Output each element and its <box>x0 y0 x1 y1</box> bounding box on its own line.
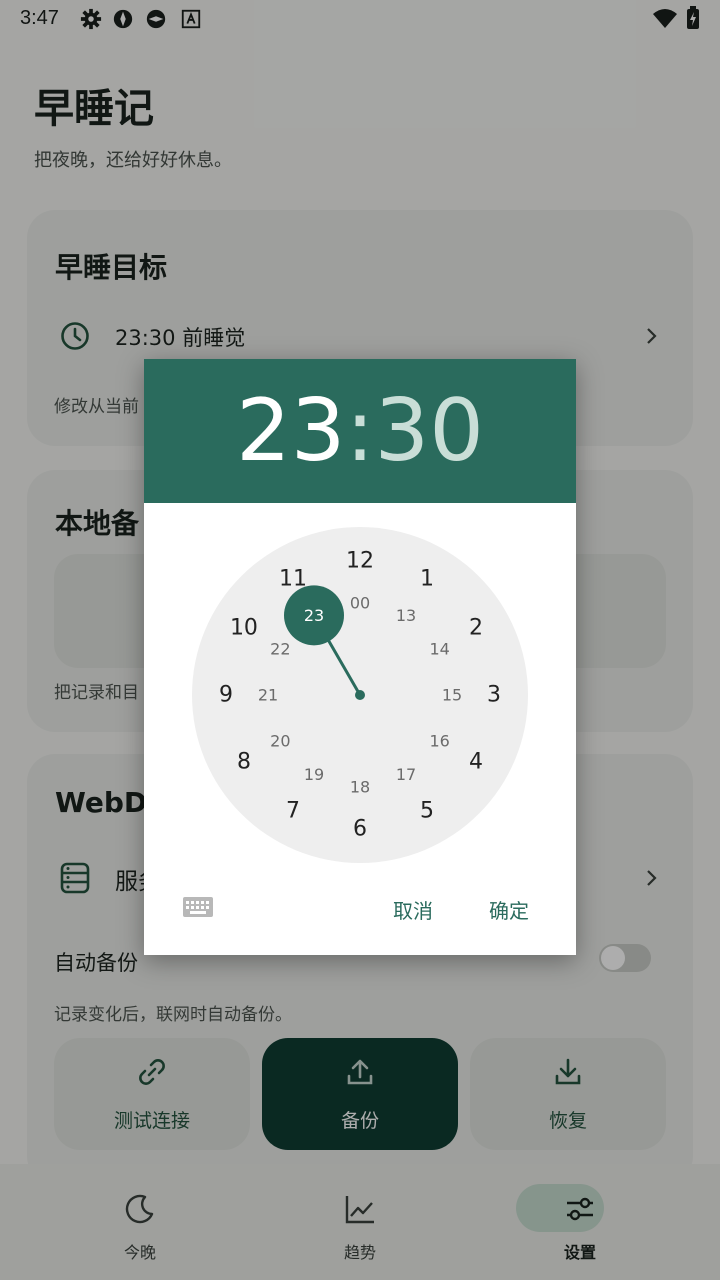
outer-hour-6[interactable]: 6 <box>353 817 367 842</box>
inner-hour-18[interactable]: 18 <box>350 778 370 797</box>
outer-hour-3[interactable]: 3 <box>487 683 501 708</box>
outer-hour-7[interactable]: 7 <box>286 799 300 824</box>
ok-button[interactable]: 确定 <box>489 895 529 924</box>
outer-hour-4[interactable]: 4 <box>469 750 483 775</box>
inner-hour-23[interactable]: 23 <box>304 606 324 625</box>
cancel-button[interactable]: 取消 <box>393 895 433 924</box>
time-picker-dialog: 23:30 12 1 2 3 4 5 6 7 8 9 10 11 00 13 14 15 16 17 18 19 20 2… <box>144 359 576 955</box>
inner-hour-16[interactable]: 16 <box>429 732 449 751</box>
inner-hour-20[interactable]: 20 <box>270 732 290 751</box>
inner-hour-15[interactable]: 15 <box>442 686 462 705</box>
inner-hour-17[interactable]: 17 <box>396 765 416 784</box>
outer-hour-10[interactable]: 10 <box>230 616 258 641</box>
clock-center <box>355 690 365 700</box>
keyboard-icon[interactable] <box>182 895 214 919</box>
clock-dial[interactable]: 121234567891011001314151617181920212223 <box>192 527 528 863</box>
outer-hour-1[interactable]: 1 <box>420 566 434 591</box>
inner-hour-00[interactable]: 00 <box>350 594 370 613</box>
inner-hour-22[interactable]: 22 <box>270 640 290 659</box>
outer-hour-9[interactable]: 9 <box>219 683 233 708</box>
inner-hour-19[interactable]: 19 <box>304 765 324 784</box>
outer-hour-8[interactable]: 8 <box>237 750 251 775</box>
inner-hour-13[interactable]: 13 <box>396 606 416 625</box>
time-picker-header: 23:30 <box>144 359 576 503</box>
outer-hour-2[interactable]: 2 <box>469 616 483 641</box>
outer-hour-12[interactable]: 12 <box>346 549 374 574</box>
inner-hour-14[interactable]: 14 <box>429 640 449 659</box>
hour-display[interactable]: 23 <box>236 381 345 481</box>
inner-hour-21[interactable]: 21 <box>258 686 278 705</box>
time-display: 23:30 <box>144 383 576 479</box>
outer-hour-11[interactable]: 11 <box>279 566 307 591</box>
minute-display[interactable]: 30 <box>374 381 483 481</box>
time-separator: : <box>345 381 375 481</box>
outer-hour-5[interactable]: 5 <box>420 799 434 824</box>
